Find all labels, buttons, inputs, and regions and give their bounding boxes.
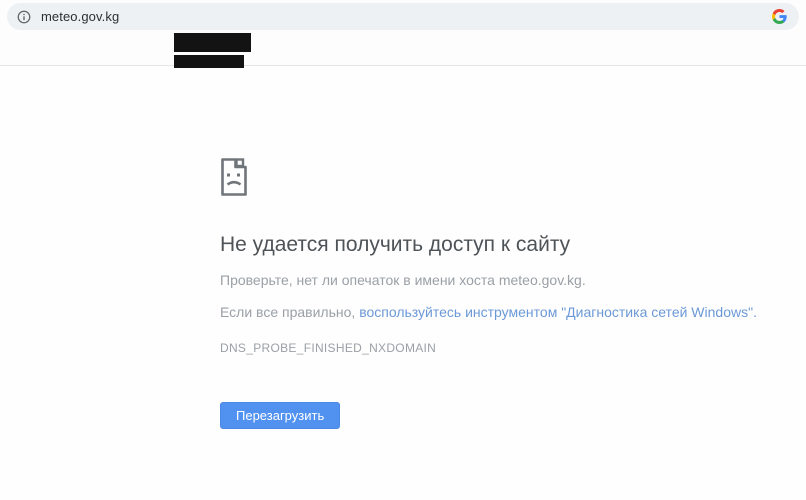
error-code: DNS_PROBE_FINISHED_NXDOMAIN: [220, 341, 620, 355]
google-g-icon: [772, 9, 787, 24]
browser-toolbar: meteo.gov.kg: [0, 0, 806, 66]
sad-page-icon: [219, 156, 249, 198]
redacted-block: [174, 33, 251, 52]
error-page: Не удается получить доступ к сайту Прове…: [0, 67, 806, 500]
info-icon[interactable]: [17, 10, 31, 24]
address-bar[interactable]: meteo.gov.kg: [7, 3, 799, 30]
error-check-typo-text: Проверьте, нет ли опечаток в имени хоста…: [220, 272, 740, 289]
url-text[interactable]: meteo.gov.kg: [41, 9, 119, 24]
error-title: Не удается получить доступ к сайту: [220, 231, 700, 258]
redacted-block: [174, 55, 244, 68]
error-diagnostic-line: Если все правильно, воспользуйтесь инстр…: [220, 304, 780, 321]
browser-window: meteo.gov.kg Не удается получить доступ …: [0, 0, 806, 500]
diagnostic-prefix-text: Если все правильно,: [220, 304, 359, 320]
windows-diagnostics-link[interactable]: воспользуйтесь инструментом "Диагностика…: [359, 304, 757, 320]
reload-button[interactable]: Перезагрузить: [220, 402, 340, 429]
